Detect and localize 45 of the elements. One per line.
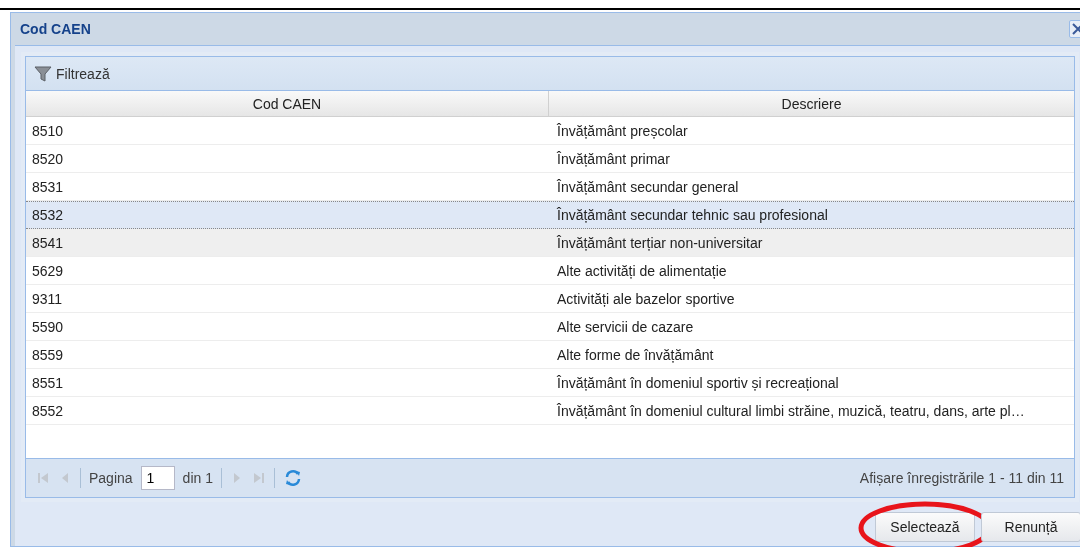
- page-input[interactable]: 1: [140, 466, 175, 490]
- table-row[interactable]: 8541 Învățământ terțiar non-universitar: [26, 229, 1074, 257]
- column-header[interactable]: Descriere: [549, 91, 1074, 116]
- filter-icon: [34, 64, 52, 83]
- table-row[interactable]: 8510 Învățământ preșcolar: [26, 117, 1074, 145]
- table-cell-text: Învățământ primar: [556, 150, 671, 167]
- table-cell-text: 8541: [31, 234, 65, 251]
- table-cell-text: Învățământ în domeniul cultural limbi străine, muzică, teatru, dans, arte pl…: [556, 402, 1026, 419]
- table-row[interactable]: 9311 Activități ale bazelor sportive: [26, 285, 1074, 313]
- filter-button[interactable]: Filtrează: [32, 62, 112, 85]
- table-row[interactable]: 8559 Alte forme de învățământ: [26, 341, 1074, 369]
- table-cell-text: Învățământ secundar general: [556, 178, 740, 195]
- window-title: Cod CAEN: [20, 21, 91, 37]
- first-page-icon[interactable]: [36, 471, 50, 485]
- table-cell-text: 5629: [31, 262, 65, 279]
- table-cell-text: 8531: [31, 178, 65, 195]
- table-cell-text: 9311: [31, 290, 64, 307]
- table-cell-text: Învățământ preșcolar: [556, 122, 689, 139]
- column-header[interactable]: Cod CAEN: [26, 91, 549, 116]
- table-cell-text: 8551: [31, 374, 65, 391]
- table-cell-text: 8532: [31, 207, 65, 223]
- table-row[interactable]: 8532 Învățământ secundar tehnic sau profesional: [26, 201, 1074, 229]
- table-cell-text: 5590: [31, 318, 65, 335]
- dialog-button[interactable]: Selectează: [875, 512, 975, 542]
- table-row[interactable]: 5590 Alte servicii de cazare: [26, 313, 1074, 341]
- table-cell-text: Învățământ secundar tehnic sau profesional: [556, 207, 829, 223]
- last-page-icon[interactable]: [251, 471, 266, 485]
- table-row[interactable]: 8520 Învățământ primar: [26, 145, 1074, 173]
- table-cell-text: 8520: [31, 150, 65, 167]
- table-cell-text: Alte servicii de cazare: [556, 318, 695, 335]
- table-cell-text: 8559: [31, 346, 65, 363]
- page-count: din 1: [182, 470, 213, 486]
- table-row[interactable]: 8551 Învățământ în domeniul sportiv și recreațional: [26, 369, 1074, 397]
- dialog-button[interactable]: Renunță: [981, 512, 1080, 542]
- page-label: Pagina: [89, 470, 133, 486]
- table-cell-text: 8552: [31, 402, 65, 419]
- table-row[interactable]: 5629 Alte activități de alimentație: [26, 257, 1074, 285]
- table-cell-text: Învățământ terțiar non-universitar: [556, 234, 764, 251]
- table-row[interactable]: 8552 Învățământ în domeniul cultural limbi străine, muzică, teatru, dans, arte pl…: [26, 397, 1074, 425]
- table-cell-text: Învățământ în domeniul sportiv și recreațional: [556, 374, 840, 391]
- table-cell-text: Alte activități de alimentație: [556, 262, 728, 279]
- table-cell-text: Alte forme de învățământ: [556, 346, 715, 363]
- table-cell-text: Activități ale bazelor sportive: [556, 290, 736, 307]
- records-summary: Afișare înregistrările 1 - 11 din 11: [859, 470, 1064, 486]
- table-cell-text: 8510: [31, 122, 65, 139]
